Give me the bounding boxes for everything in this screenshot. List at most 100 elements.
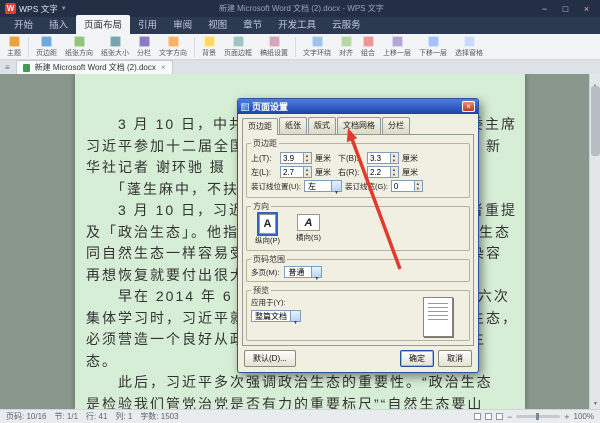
zoom-out-icon[interactable]: −: [507, 413, 512, 421]
multi-pages-label: 多页(M):: [251, 267, 279, 278]
status-word-count[interactable]: 字数: 1503: [140, 411, 178, 422]
hamburger-menu-icon[interactable]: ≡: [4, 62, 11, 74]
landscape-option[interactable]: 横向(S): [296, 214, 321, 246]
dialog-tab-columns[interactable]: 分栏: [382, 117, 410, 134]
menu-tab-review[interactable]: 审阅: [165, 15, 200, 34]
spinner-arrows-icon[interactable]: [390, 153, 398, 163]
menu-tab-page-layout[interactable]: 页面布局: [76, 15, 130, 34]
document-line[interactable]: 是检验我们管党治党是否有力的重要标尺”“自然生态要山: [86, 394, 515, 410]
dialog-tab-document-grid[interactable]: 文档网格: [337, 117, 381, 134]
document-tab-label: 新建 Microsoft Word 文档 (2).docx: [35, 62, 156, 73]
dialog-close-button[interactable]: ×: [462, 101, 475, 112]
scrollbar-thumb[interactable]: [591, 86, 600, 156]
dialog-icon: [241, 103, 249, 111]
preview-legend: 预览: [251, 285, 271, 296]
zoom-slider[interactable]: [516, 415, 560, 418]
menu-tab-section[interactable]: 章节: [235, 15, 270, 34]
ribbon-button-bring-forward[interactable]: 上移一层: [380, 35, 414, 59]
gutter-width-label: 装订线宽(G):: [345, 181, 388, 192]
maximize-button[interactable]: □: [557, 2, 574, 15]
dialog-tab-strip: 页边距 纸张 版式 文档网格 分栏: [238, 114, 478, 134]
vertical-scrollbar[interactable]: [589, 74, 600, 409]
dialog-tab-layout[interactable]: 版式: [308, 117, 336, 134]
ribbon-button-margins[interactable]: 页边距: [33, 35, 60, 59]
document-tab-bar: ≡ 新建 Microsoft Word 文档 (2).docx ×: [0, 60, 600, 74]
bottom-margin-label: 下(B):: [338, 153, 364, 164]
ribbon-button-columns[interactable]: 分栏: [134, 35, 154, 59]
chevron-down-icon[interactable]: [311, 267, 321, 277]
page-range-legend: 页码范围: [251, 254, 287, 265]
document-tab[interactable]: 新建 Microsoft Word 文档 (2).docx ×: [16, 60, 173, 74]
ribbon-button-paper-size[interactable]: 纸张大小: [98, 35, 132, 59]
minimize-button[interactable]: −: [536, 2, 553, 15]
left-margin-input[interactable]: 2.7: [280, 166, 312, 178]
menu-tab-view[interactable]: 视图: [200, 15, 235, 34]
right-margin-input[interactable]: 2.2: [367, 166, 399, 178]
spinner-arrows-icon[interactable]: [414, 181, 422, 191]
menu-tab-references[interactable]: 引用: [130, 15, 165, 34]
default-button[interactable]: 默认(D)...: [244, 350, 296, 367]
close-button[interactable]: ×: [578, 2, 595, 15]
spinner-arrows-icon[interactable]: [303, 153, 311, 163]
document-line[interactable]: 此后，习近平多次强调政治生态的重要性。“政治生态: [86, 372, 515, 394]
ribbon-button-selection-pane[interactable]: 选择窗格: [452, 35, 486, 59]
multi-pages-select[interactable]: 普通: [284, 266, 322, 278]
wps-window: W WPS 文字 ▼ 新建 Microsoft Word 文档 (2).docx…: [0, 0, 600, 423]
ribbon-button-align[interactable]: 对齐: [336, 35, 356, 59]
scroll-up-icon[interactable]: [590, 74, 600, 84]
chevron-down-icon[interactable]: [290, 311, 300, 321]
tab-close-icon[interactable]: ×: [161, 63, 166, 72]
apply-to-value: 整篇文档: [252, 311, 290, 322]
menu-tab-cloud[interactable]: 云服务: [324, 15, 369, 34]
ribbon-button-text-wrap[interactable]: 文字环绕: [300, 35, 334, 59]
scroll-down-icon[interactable]: [590, 399, 600, 409]
menu-tab-home[interactable]: 开始: [6, 15, 41, 34]
zoom-in-icon[interactable]: +: [564, 413, 569, 421]
apply-to-select[interactable]: 整篇文档: [251, 310, 301, 322]
landscape-icon: [297, 214, 320, 231]
text-direction-icon: [168, 36, 179, 47]
ribbon-button-background[interactable]: 背景: [199, 35, 219, 59]
ribbon-button-text-direction[interactable]: 文字方向: [156, 35, 190, 59]
wps-logo[interactable]: W WPS 文字 ▼: [5, 3, 67, 15]
ribbon-button-theme[interactable]: 主题: [4, 35, 24, 59]
page-view-icon[interactable]: [474, 413, 481, 420]
menu-tab-insert[interactable]: 插入: [41, 15, 76, 34]
spinner-arrows-icon[interactable]: [303, 167, 311, 177]
status-bar: 页码: 10/16 节: 1/1 行: 41 列: 1 字数: 1503 − +…: [0, 409, 600, 423]
dialog-titlebar[interactable]: 页面设置 ×: [238, 99, 478, 114]
preview-text-line: [428, 311, 448, 312]
ribbon-button-group[interactable]: 组合: [358, 35, 378, 59]
chevron-down-icon[interactable]: [331, 181, 341, 191]
status-column: 列: 1: [115, 411, 132, 422]
gutter-width-input[interactable]: 0: [391, 180, 423, 192]
ribbon-button-page-border[interactable]: 页面边框: [221, 35, 255, 59]
ribbon-button-orientation[interactable]: 纸张方向: [62, 35, 96, 59]
dialog-tab-margins[interactable]: 页边距: [242, 118, 278, 135]
ok-button[interactable]: 确定: [400, 350, 434, 367]
menu-tab-developer[interactable]: 开发工具: [270, 15, 324, 34]
bottom-margin-input[interactable]: 3.3: [367, 152, 399, 164]
cancel-button[interactable]: 取消: [438, 350, 472, 367]
ribbon-button-send-backward[interactable]: 下移一层: [416, 35, 450, 59]
preview-text-line: [428, 315, 448, 316]
ribbon-tab-bar: 开始 插入 页面布局 引用 审阅 视图 章节 开发工具 云服务: [0, 17, 600, 34]
manuscript-grid-icon: [269, 36, 280, 47]
unit-label: 厘米: [315, 167, 331, 178]
ribbon-button-manuscript-paper[interactable]: 稿纸设置: [257, 35, 291, 59]
margins-group: 页边距 上(T): 3.9 厘米 下(B): 3.3 厘米: [246, 138, 470, 198]
top-margin-input[interactable]: 3.9: [280, 152, 312, 164]
spinner-arrows-icon[interactable]: [390, 167, 398, 177]
web-view-icon[interactable]: [485, 413, 492, 420]
right-margin-value: 2.2: [368, 167, 390, 177]
dialog-tab-paper[interactable]: 纸张: [279, 117, 307, 134]
ribbon-button-label: 上移一层: [383, 48, 411, 58]
gutter-position-select[interactable]: 左: [304, 180, 342, 192]
preview-text-line: [428, 303, 448, 304]
window-title: 新建 Microsoft Word 文档 (2).docx - WPS 文字: [71, 3, 532, 14]
dialog-body: 页边距 上(T): 3.9 厘米 下(B): 3.3 厘米: [242, 134, 474, 346]
ribbon-button-label: 背景: [202, 48, 216, 58]
outline-view-icon[interactable]: [496, 413, 503, 420]
portrait-option[interactable]: 纵向(P): [255, 214, 280, 246]
zoom-slider-thumb[interactable]: [536, 413, 539, 420]
